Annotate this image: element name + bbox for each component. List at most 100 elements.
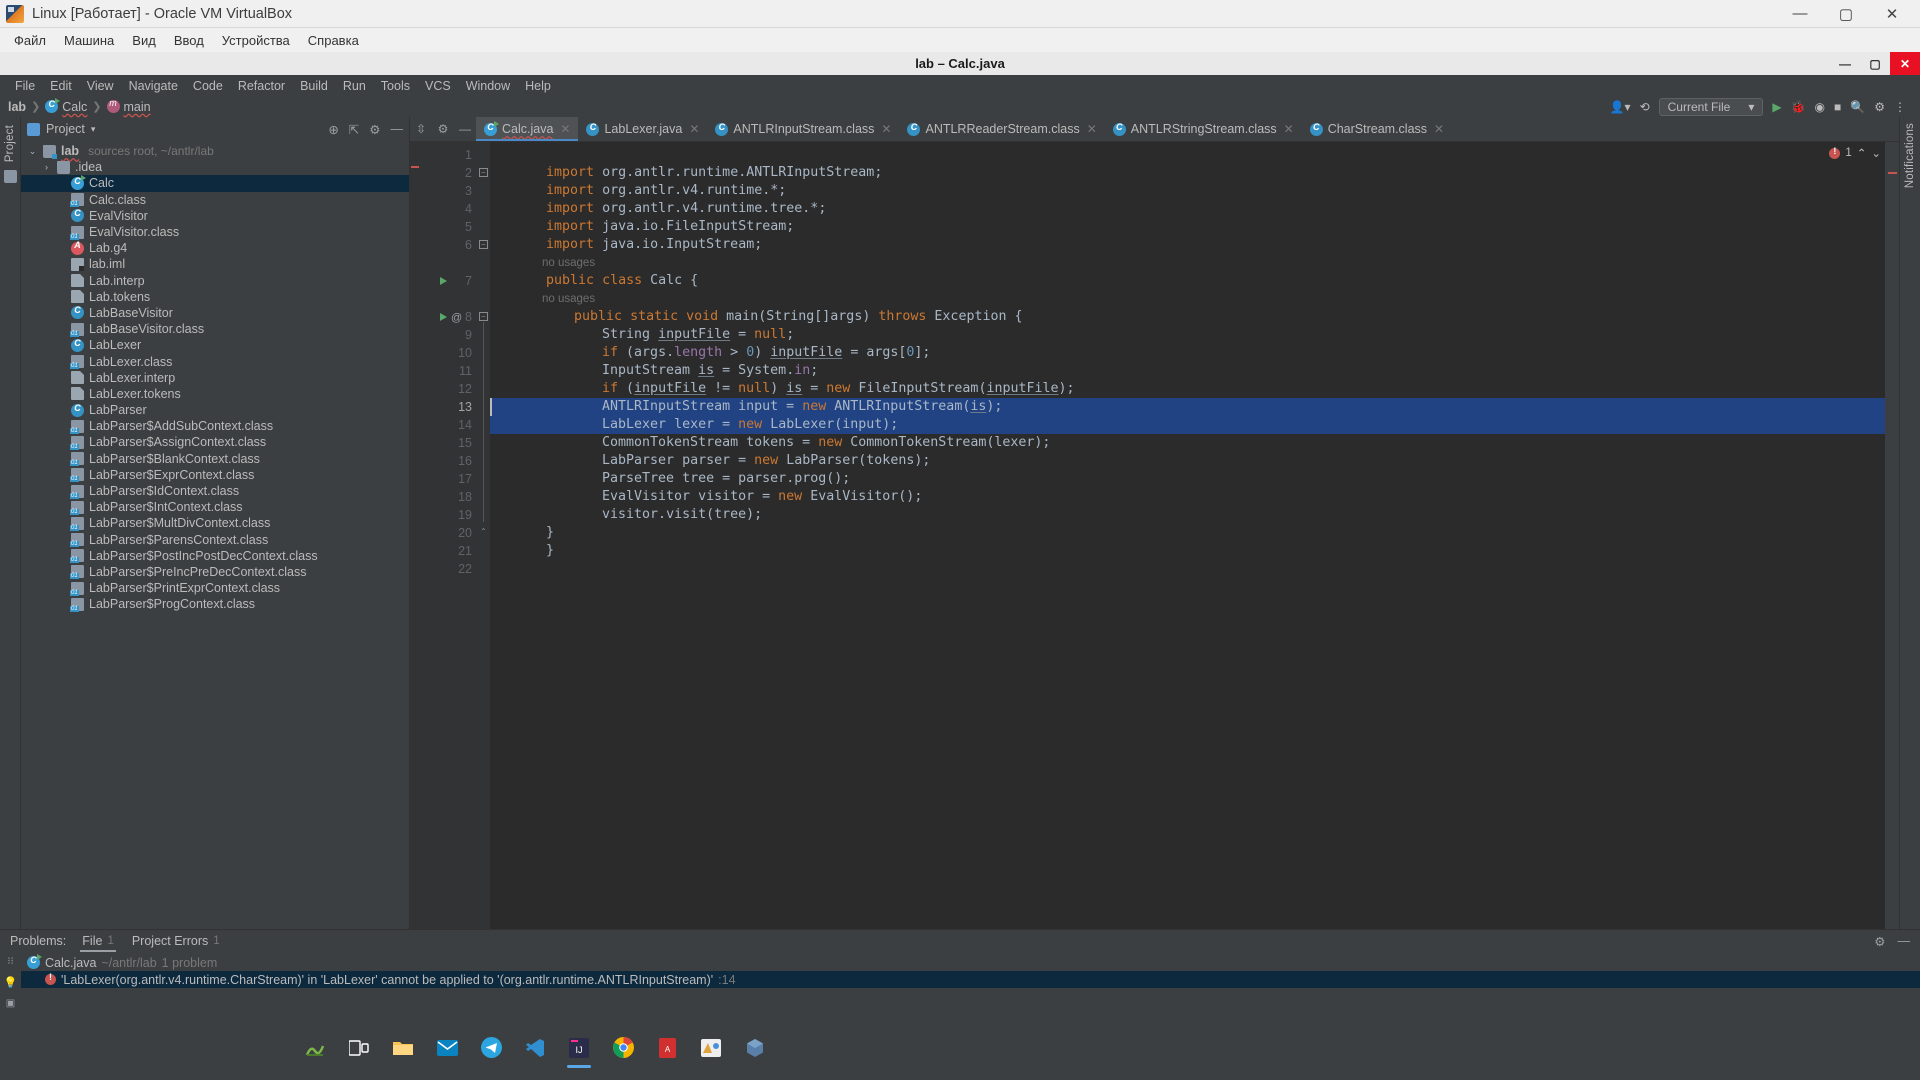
chevron-down-icon[interactable]: ▾ <box>91 124 96 135</box>
editor-tab-charstream-class[interactable]: CharStream.class ✕ <box>1302 117 1452 141</box>
close-icon[interactable]: ✕ <box>1284 122 1294 136</box>
tree-item-labparser-postincpostdeccontext-class[interactable]: LabParser$PostIncPostDecContext.class <box>21 548 409 564</box>
tree-item-labbasevisitor-class[interactable]: LabBaseVisitor.class <box>21 321 409 337</box>
vbox-menu-help[interactable]: Справка <box>300 31 367 50</box>
tree-item-evalvisitor[interactable]: EvalVisitor <box>21 208 409 224</box>
menu-refactor[interactable]: Refactor <box>231 78 292 94</box>
fold-marker-method-end[interactable]: ⌃ <box>479 528 488 537</box>
more-icon[interactable]: ⋮ <box>1894 100 1906 114</box>
menu-window[interactable]: Window <box>459 78 517 94</box>
tree-item-lablexer-class[interactable]: LabLexer.class <box>21 353 409 370</box>
tree-item-labparser-addsubcontext-class[interactable]: LabParser$AddSubContext.class <box>21 418 409 434</box>
inspection-bulb-icon[interactable]: 💡 <box>4 976 18 989</box>
tree-item-lablexer-tokens[interactable]: LabLexer.tokens <box>21 386 409 402</box>
debug-icon[interactable]: 🐞 <box>1791 100 1806 114</box>
vbox-menu-machine[interactable]: Машина <box>56 31 122 50</box>
tree-item-labparser-blankcontext-class[interactable]: LabParser$BlankContext.class <box>21 451 409 467</box>
problem-file-row[interactable]: Calc.java ~/antlr/lab 1 problem <box>21 954 1920 971</box>
close-icon[interactable]: ✕ <box>881 122 891 136</box>
settings-icon[interactable]: ⚙ <box>369 122 380 137</box>
tree-item-labbasevisitor[interactable]: LabBaseVisitor <box>21 305 409 321</box>
run-gutter-icon[interactable] <box>440 277 447 285</box>
menu-code[interactable]: Code <box>186 78 230 94</box>
vbox-maximize-button[interactable]: ▢ <box>1824 1 1868 27</box>
breadcrumb-class[interactable]: Calc <box>45 98 87 114</box>
expand-arrow-open-icon[interactable]: ⌄ <box>27 146 38 157</box>
preview-icon[interactable]: ▣ <box>6 998 15 1009</box>
problem-error-row[interactable]: 'LabLexer(org.antlr.v4.runtime.CharStrea… <box>21 971 1920 988</box>
tree-item-labparser-assigncontext-class[interactable]: LabParser$AssignContext.class <box>21 434 409 450</box>
pdf-reader-icon[interactable]: A <box>646 1025 688 1070</box>
tab-project-errors[interactable]: Project Errors 1 <box>130 932 222 951</box>
tree-item-evalvisitor-class[interactable]: EvalVisitor.class <box>21 224 409 240</box>
prev-error-icon[interactable]: ⌃ <box>1857 146 1867 160</box>
close-icon[interactable]: ✕ <box>560 122 570 136</box>
close-icon[interactable]: ✕ <box>1087 122 1097 136</box>
tree-item-lablexer[interactable]: LabLexer <box>21 337 409 353</box>
close-icon[interactable]: ✕ <box>689 122 699 136</box>
vbox-menu-file[interactable]: Файл <box>6 31 54 50</box>
paint-icon[interactable] <box>690 1025 732 1070</box>
expand-arrow-closed-icon[interactable]: › <box>41 162 52 172</box>
hide-icon[interactable]: — <box>391 122 404 136</box>
menu-navigate[interactable]: Navigate <box>122 78 185 94</box>
tree-item-lab[interactable]: ⌄ lab sources root, ~/antlr/lab <box>21 143 409 159</box>
stop-icon[interactable]: ■ <box>1834 100 1841 114</box>
collapse-all-icon[interactable]: ⇱ <box>349 122 359 137</box>
settings-icon[interactable]: ⚙ <box>1874 100 1885 114</box>
tree-item-labparser-multdivcontext-class[interactable]: LabParser$MultDivContext.class <box>21 515 409 531</box>
ide-close-button[interactable]: ✕ <box>1890 52 1920 75</box>
explorer-icon[interactable] <box>382 1025 424 1070</box>
menu-tools[interactable]: Tools <box>374 78 417 94</box>
tab-file-problems[interactable]: File 1 <box>80 932 116 952</box>
editor-tab-calc-java[interactable]: Calc.java ✕ <box>476 117 579 141</box>
tree-item-labparser-exprcontext-class[interactable]: LabParser$ExprContext.class <box>21 467 409 483</box>
tree-item-labparser-preincpredeccontext-class[interactable]: LabParser$PreIncPreDecContext.class <box>21 564 409 580</box>
menu-file[interactable]: File <box>8 78 42 94</box>
sidebar-item-notifications[interactable]: Notifications <box>1904 123 1916 188</box>
task-view-icon[interactable] <box>338 1025 380 1070</box>
tab-hide-icon[interactable]: — <box>454 117 476 141</box>
code-text-area[interactable]: import org.antlr.runtime.ANTLRInputStrea… <box>490 142 1899 929</box>
run-icon[interactable]: ▶ <box>1772 100 1781 114</box>
run-configuration-selector[interactable]: Current File ▾ <box>1658 97 1764 116</box>
vbox-menu-view[interactable]: Вид <box>124 31 164 50</box>
locate-icon[interactable]: ⊕ <box>328 122 338 137</box>
code-folding-gutter[interactable]: − − − ⌃ <box>476 142 490 929</box>
fold-marker-method[interactable]: − <box>479 312 488 321</box>
breadcrumb-module[interactable]: lab <box>8 100 26 114</box>
ide-minimize-button[interactable]: — <box>1830 52 1860 75</box>
cortana-icon[interactable] <box>294 1025 336 1070</box>
tree-item-labparser-intcontext-class[interactable]: LabParser$IntContext.class <box>21 499 409 515</box>
vbox-menu-devices[interactable]: Устройства <box>214 31 298 50</box>
vbox-minimize-button[interactable]: — <box>1778 1 1822 27</box>
tree-item-lab-g4[interactable]: Lab.g4 <box>21 240 409 256</box>
virtualbox-taskbar-icon[interactable] <box>734 1025 776 1070</box>
project-folder-icon[interactable] <box>3 170 17 184</box>
telegram-icon[interactable] <box>470 1025 512 1070</box>
profile-icon[interactable]: ◉ <box>1815 100 1825 114</box>
tree-item-labparser-idcontext-class[interactable]: LabParser$IdContext.class <box>21 483 409 499</box>
menu-view[interactable]: View <box>80 78 121 94</box>
breadcrumb-method[interactable]: main <box>106 98 151 114</box>
bookmarks-icon[interactable]: ⁝⁝ <box>7 956 13 967</box>
line-number-gutter[interactable]: 1 2 3 4 5 6 7 8 @9 10 11 12 13 14 15 16 17 18 19 20 21 22 <box>420 142 476 929</box>
error-stripe-right[interactable] <box>1885 142 1899 929</box>
vscode-icon[interactable] <box>514 1025 556 1070</box>
fold-marker-imports-end[interactable]: − <box>479 240 488 249</box>
user-icon[interactable]: 👤▾ <box>1610 100 1631 114</box>
editor-tab-antlrreaderstream-class[interactable]: ANTLRReaderStream.class ✕ <box>899 117 1104 141</box>
tree-item-labparser-progcontext-class[interactable]: LabParser$ProgContext.class <box>21 596 409 612</box>
project-file-tree[interactable]: ⌄ lab sources root, ~/antlr/lab › .ideaCalcC… <box>21 141 409 929</box>
tree-item-labparser-printexprcontext-class[interactable]: LabParser$PrintExprContext.class <box>21 580 409 596</box>
next-error-icon[interactable]: ⌄ <box>1871 146 1881 160</box>
run-gutter-icon[interactable] <box>440 313 447 321</box>
collapse-tabs-icon[interactable]: ⇳ <box>410 117 432 141</box>
close-icon[interactable]: ✕ <box>1434 122 1444 136</box>
vbox-menu-input[interactable]: Ввод <box>166 31 212 50</box>
menu-build[interactable]: Build <box>293 78 335 94</box>
override-marker-icon[interactable]: @ <box>451 309 462 327</box>
chrome-icon[interactable] <box>602 1025 644 1070</box>
hide-icon[interactable]: — <box>1898 934 1911 949</box>
tree-item-labparser[interactable]: LabParser <box>21 402 409 418</box>
